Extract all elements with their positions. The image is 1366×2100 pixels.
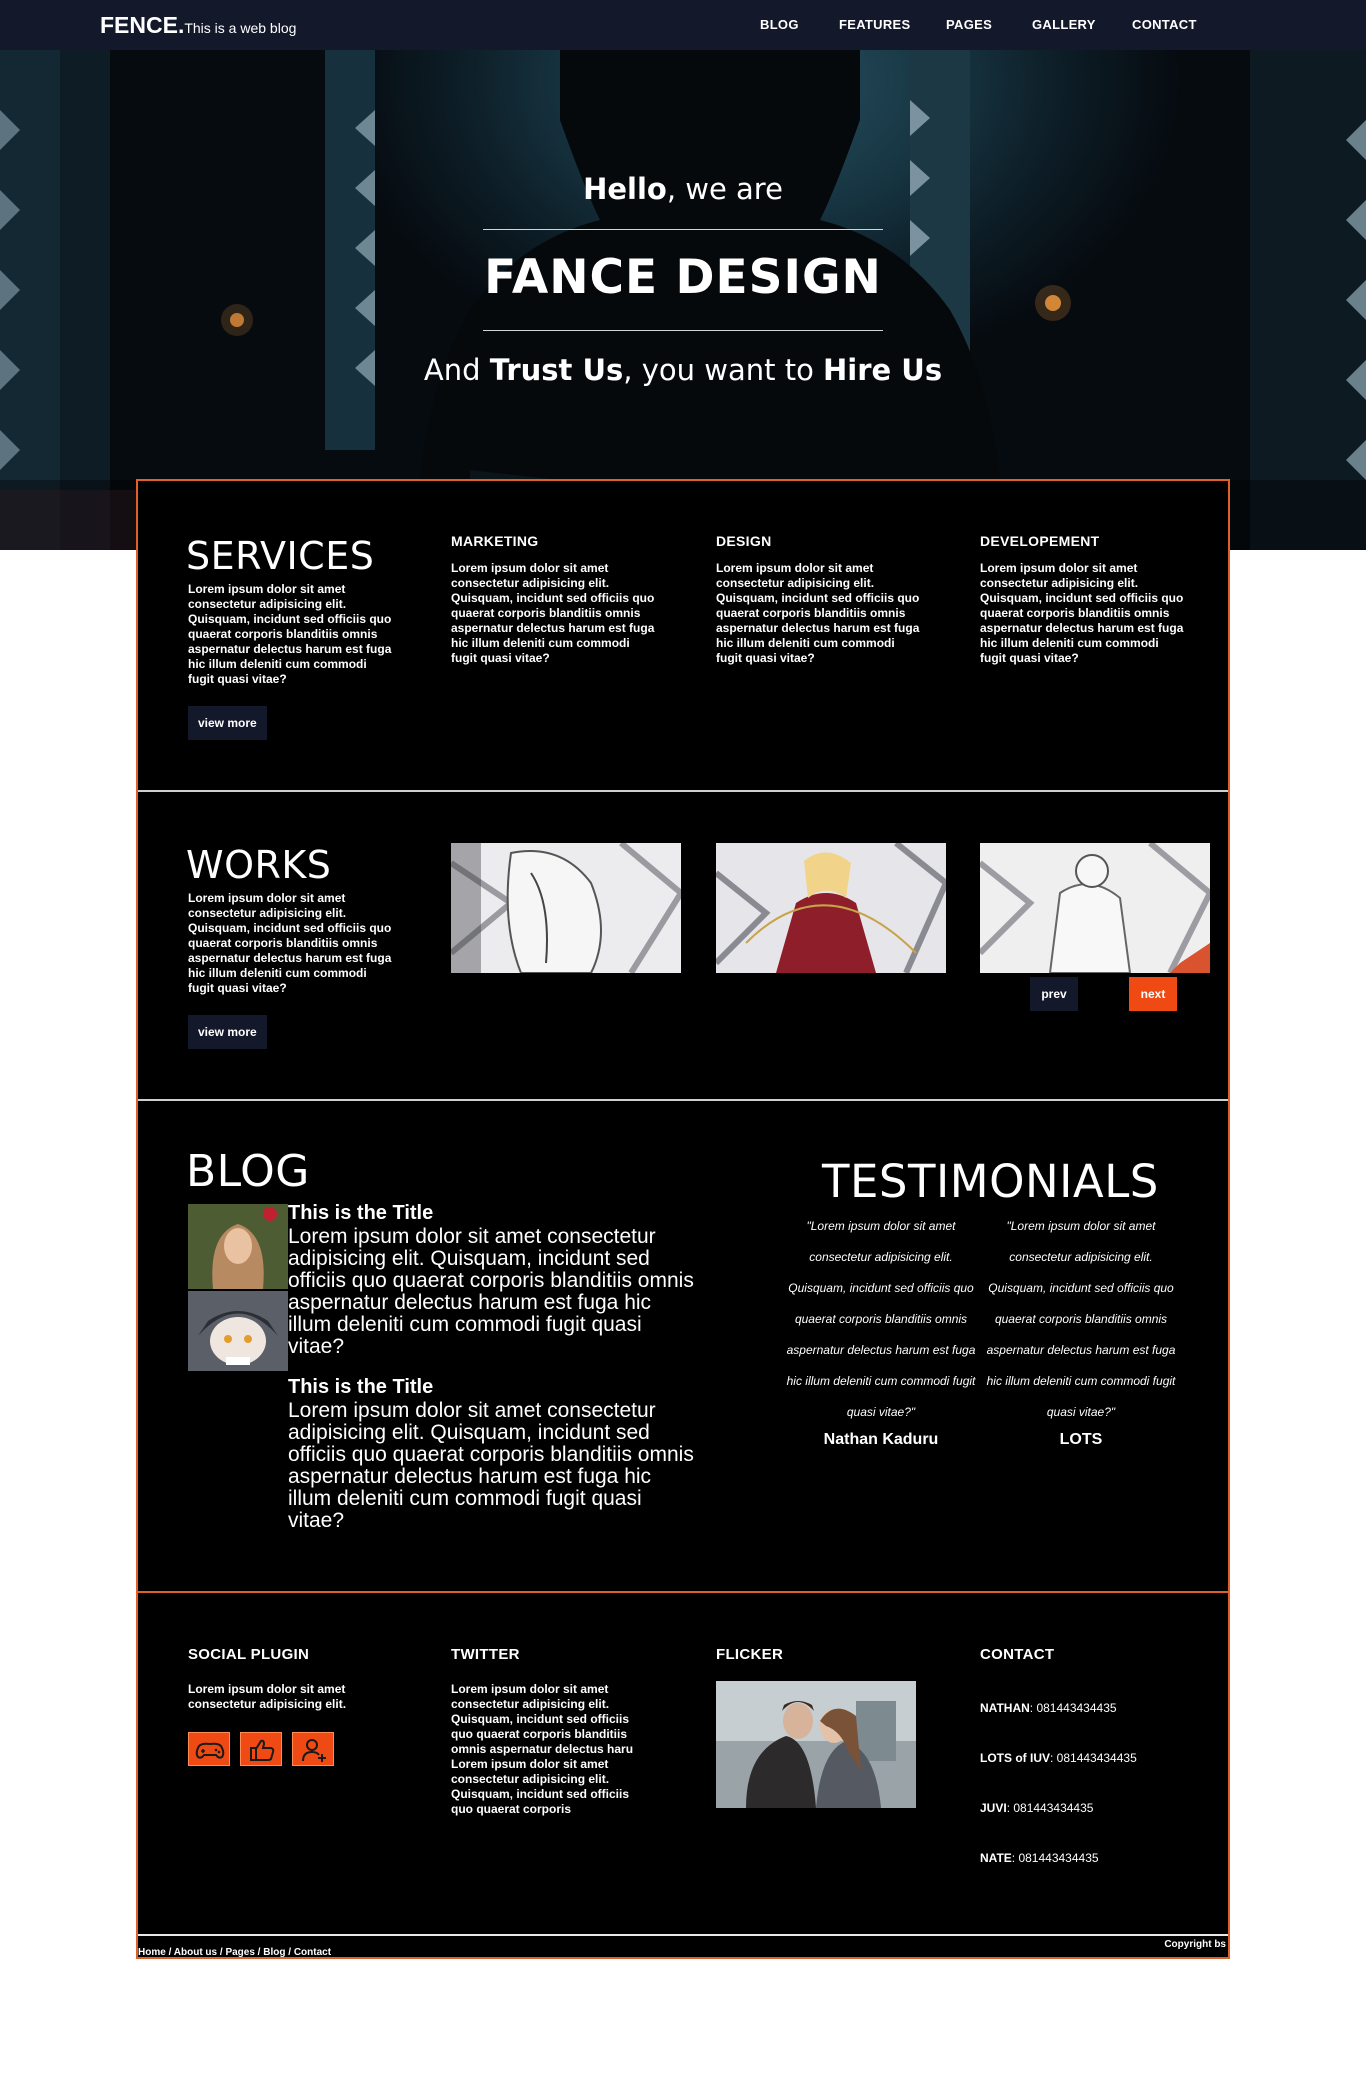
hero-greeting: Hello, we are — [0, 172, 1366, 206]
development-text: Lorem ipsum dolor sit amet consectetur a… — [980, 561, 1184, 665]
gamepad-icon — [195, 1742, 225, 1759]
footer-separator: / — [285, 1947, 294, 1958]
contact-heading: CONTACT — [980, 1646, 1055, 1663]
social-gamepad-button[interactable] — [188, 1732, 230, 1766]
contact-phone: : 081443434435 — [1011, 1851, 1099, 1865]
contact-phone: : 081443434435 — [1006, 1801, 1094, 1815]
testimonials-title: TESTIMONIALS — [822, 1155, 1159, 1208]
testimonial-author-1: Nathan Kaduru — [823, 1431, 939, 1448]
twitter-text: Lorem ipsum dolor sit amet consectetur a… — [451, 1682, 634, 1816]
works-text: Lorem ipsum dolor sit amet consectetur a… — [188, 891, 392, 995]
contact-phone: : 081443434435 — [1029, 1701, 1117, 1715]
brand[interactable]: FENCE.This is a web blog — [100, 12, 296, 39]
work-image-2-art — [716, 843, 946, 973]
hero-greeting-rest: , we are — [666, 172, 783, 206]
marketing-heading: MARKETING — [451, 533, 539, 549]
contact-name: NATE — [980, 1851, 1012, 1865]
development-heading: DEVELOPEMENT — [980, 533, 1100, 549]
works-view-more-button[interactable]: view more — [188, 1015, 267, 1049]
contact-row: JUVI: 081443434435 — [980, 1801, 1093, 1815]
hero-divider-bottom — [483, 330, 883, 331]
contact-phone: : 081443434435 — [1050, 1751, 1137, 1765]
work-image-3-art — [980, 843, 1210, 973]
brand-tagline: This is a web blog — [184, 20, 297, 36]
blog-title: BLOG — [186, 1146, 310, 1197]
footer-link-home[interactable]: Home — [138, 1947, 166, 1958]
contact-row: NATE: 081443434435 — [980, 1851, 1099, 1865]
nav-link-gallery[interactable]: GALLERY — [1032, 17, 1096, 32]
contact-name: NATHAN — [980, 1701, 1030, 1715]
hero-greeting-bold: Hello — [583, 172, 667, 206]
flicker-heading: FLICKER — [716, 1646, 784, 1663]
add-user-icon — [302, 1739, 326, 1762]
marketing-text: Lorem ipsum dolor sit amet consectetur a… — [451, 561, 655, 665]
works-next-button[interactable]: next — [1129, 977, 1177, 1011]
nav-link-blog[interactable]: BLOG — [760, 17, 799, 32]
works-title: WORKS — [186, 843, 332, 887]
footer-link-contact[interactable]: Contact — [294, 1947, 331, 1958]
design-heading: DESIGN — [716, 533, 772, 549]
brand-name[interactable]: FENCE. — [100, 12, 184, 38]
work-image-1-art — [451, 843, 681, 973]
services-text: Lorem ipsum dolor sit amet consectetur a… — [188, 582, 392, 686]
flicker-photo[interactable] — [716, 1681, 916, 1808]
services-view-more-button[interactable]: view more — [188, 706, 267, 740]
nav-link-pages[interactable]: PAGES — [946, 17, 992, 32]
blog-thumbnail-2[interactable] — [188, 1291, 288, 1371]
testimonial-quote-1: "Lorem ipsum dolor sit amet consectetur … — [786, 1219, 976, 1419]
contact-row: NATHAN: 081443434435 — [980, 1701, 1117, 1715]
blog-thumbnail-2-art — [188, 1291, 288, 1371]
flicker-photo-art — [716, 1681, 916, 1808]
section-divider — [138, 1099, 1228, 1101]
testimonial-author-2: LOTS — [1059, 1431, 1103, 1448]
blog-post-2-text: Lorem ipsum dolor sit amet consectetur a… — [288, 1399, 694, 1532]
footer-link-pages[interactable]: Pages — [225, 1947, 254, 1958]
hero-title: FANCE DESIGN — [484, 250, 882, 305]
hero-divider-top — [483, 229, 883, 230]
works-prev-button[interactable]: prev — [1030, 977, 1078, 1011]
top-navbar: FENCE.This is a web blog BLOG FEATURES P… — [0, 0, 1366, 50]
copyright-text: Copyright bs — [1164, 1939, 1226, 1950]
social-plugin-heading: SOCIAL PLUGIN — [188, 1646, 310, 1663]
footer-link-blog[interactable]: Blog — [263, 1947, 285, 1958]
hero-subtitle-part-2: , you want to — [623, 353, 824, 387]
design-text: Lorem ipsum dolor sit amet consectetur a… — [716, 561, 920, 665]
work-image-1[interactable] — [451, 843, 681, 973]
work-image-2[interactable] — [716, 843, 946, 973]
services-title: SERVICES — [186, 534, 375, 578]
footer-link-about[interactable]: About us — [174, 1947, 217, 1958]
hero-banner: Hello, we are FANCE DESIGN And Trust Us,… — [0, 50, 1366, 550]
blog-thumbnail-1-art — [188, 1204, 288, 1289]
social-like-button[interactable] — [240, 1732, 282, 1766]
thumbs-up-icon — [250, 1739, 275, 1761]
blog-post-2-title[interactable]: This is the Title — [288, 1376, 433, 1399]
section-divider — [138, 1591, 1228, 1593]
social-plugin-text: Lorem ipsum dolor sit amet consectetur a… — [188, 1682, 347, 1711]
social-add-user-button[interactable] — [292, 1732, 334, 1766]
content-panel: SERVICES Lorem ipsum dolor sit amet cons… — [136, 479, 1230, 1959]
twitter-heading: TWITTER — [451, 1646, 520, 1663]
work-image-3[interactable] — [980, 843, 1210, 973]
hero-subtitle-bold-2: Hire Us — [823, 353, 943, 387]
nav-link-contact[interactable]: CONTACT — [1132, 17, 1197, 32]
blog-post-1-title[interactable]: This is the Title — [288, 1202, 433, 1225]
footer-separator: / — [165, 1947, 174, 1958]
contact-name: LOTS of IUV — [980, 1751, 1050, 1765]
nav-link-features[interactable]: FEATURES — [839, 17, 911, 32]
testimonial-quote-2: "Lorem ipsum dolor sit amet consectetur … — [986, 1219, 1176, 1419]
footer-separator: / — [254, 1947, 264, 1958]
blog-post-1-text: Lorem ipsum dolor sit amet consectetur a… — [288, 1225, 694, 1358]
footer-divider — [138, 1934, 1228, 1936]
footer-breadcrumb: Home / About us / Pages / Blog / Contact — [138, 1942, 331, 1960]
hero-subtitle: And Trust Us, you want to Hire Us — [0, 353, 1366, 387]
hero-subtitle-bold-1: Trust Us — [489, 353, 624, 387]
section-divider — [138, 790, 1228, 792]
hero-subtitle-part-1: And — [423, 353, 490, 387]
blog-thumbnail-1[interactable] — [188, 1204, 288, 1289]
contact-row: LOTS of IUV: 081443434435 — [980, 1751, 1137, 1765]
contact-name: JUVI — [980, 1801, 1007, 1815]
